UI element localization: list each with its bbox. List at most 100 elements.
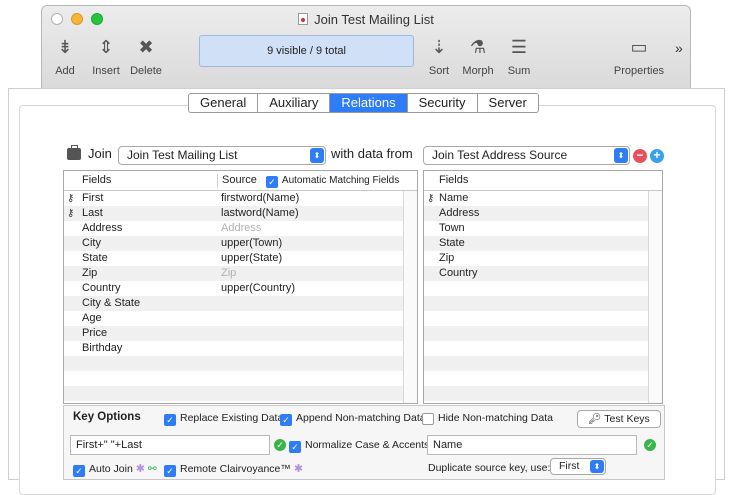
check-icon: ✓ xyxy=(164,414,176,426)
morph-button[interactable]: ⚗ Morph xyxy=(460,36,496,77)
table-row[interactable]: City upper(Town) xyxy=(64,236,417,251)
delete-button[interactable]: ✖ Delete xyxy=(128,36,164,77)
table-row[interactable] xyxy=(424,356,662,371)
test-keys-button[interactable]: 🔑︎ Test Keys xyxy=(577,410,661,428)
remote-clairvoyance-label: Remote Clairvoyance™ xyxy=(180,463,291,475)
morph-label: Morph xyxy=(462,65,494,77)
duplicate-key-popup[interactable]: First ⬍ xyxy=(550,458,606,475)
insert-button[interactable]: ⇕ Insert xyxy=(86,36,126,77)
tab-auxiliary[interactable]: Auxiliary xyxy=(258,94,331,112)
with-data-from-label: with data from xyxy=(331,146,413,161)
key-options-title: Key Options xyxy=(73,411,141,423)
insert-record-icon: ⇕ xyxy=(98,37,114,57)
table-row[interactable] xyxy=(424,326,662,341)
table-row[interactable] xyxy=(424,386,662,401)
popup-arrows-icon: ⬍ xyxy=(614,148,628,163)
add-label: Add xyxy=(55,65,75,77)
popup-arrows-icon: ⬍ xyxy=(310,148,324,163)
toolbar-overflow-chevron-icon[interactable]: » xyxy=(675,40,683,56)
auto-join-checkbox[interactable]: ✓ Auto Join ✱ ⚯ xyxy=(73,462,157,477)
sort-button[interactable]: ⇣ Sort xyxy=(424,36,454,77)
sum-icon: ☰ xyxy=(510,37,528,57)
right-table-scrollbar[interactable] xyxy=(648,191,662,403)
table-row[interactable] xyxy=(424,371,662,386)
right-key-formula-field[interactable]: Name xyxy=(427,435,637,455)
append-nonmatching-checkbox[interactable]: ✓ Append Non-matching Data xyxy=(280,412,426,426)
window-title: Join Test Mailing List xyxy=(42,12,690,27)
tab-security[interactable]: Security xyxy=(408,94,478,112)
add-relation-icon[interactable]: + xyxy=(650,149,664,163)
table-row[interactable]: Country xyxy=(424,266,662,281)
table-row[interactable]: City & State xyxy=(64,296,417,311)
replace-existing-label: Replace Existing Data xyxy=(180,412,284,424)
field-name-cell: First xyxy=(82,192,104,204)
table-row[interactable]: Birthday xyxy=(64,341,417,356)
hide-nonmatching-checkbox[interactable]: ✓ Hide Non-matching Data xyxy=(422,412,553,425)
replace-existing-checkbox[interactable]: ✓ Replace Existing Data xyxy=(164,412,283,426)
properties-label: Properties xyxy=(613,65,665,77)
table-row[interactable]: Town xyxy=(424,221,662,236)
left-key-formula-field[interactable]: First+" "+Last xyxy=(70,435,270,455)
source-formula-cell: firstword(Name) xyxy=(221,192,300,204)
table-row[interactable]: State upper(State) xyxy=(64,251,417,266)
normalize-case-checkbox[interactable]: ✓ Normalize Case & Accents xyxy=(289,439,429,453)
table-row[interactable]: ⚷ First firstword(Name) xyxy=(64,191,417,206)
table-row[interactable]: Address Address xyxy=(64,221,417,236)
tab-bar: General Auxiliary Relations Security Ser… xyxy=(188,93,539,113)
table-row[interactable]: ⚷ Last lastword(Name) xyxy=(64,206,417,221)
source-fields-column-header[interactable]: Fields xyxy=(439,174,468,186)
left-table-scrollbar[interactable] xyxy=(403,191,417,403)
append-nonmatching-label: Append Non-matching Data xyxy=(296,412,426,424)
sidebar-panel-icon: ▭ xyxy=(630,37,648,57)
source-formula-cell: upper(Country) xyxy=(221,282,295,294)
auto-join-label: Auto Join xyxy=(89,463,133,475)
window-title-text: Join Test Mailing List xyxy=(314,12,434,27)
table-row[interactable]: Zip xyxy=(424,251,662,266)
table-row[interactable]: Price xyxy=(64,326,417,341)
duplicate-key-value: First xyxy=(559,460,580,472)
source-database-popup[interactable]: Join Test Address Source ⬍ xyxy=(423,146,630,165)
source-field-cell: State xyxy=(439,237,465,249)
tab-general[interactable]: General xyxy=(189,94,259,112)
source-column-label[interactable]: Source xyxy=(222,174,257,186)
source-fields-table: Fields ⚷ Name Address Town State Zip Country xyxy=(423,170,663,404)
key-field-icon: ⚷ xyxy=(67,193,75,204)
table-row[interactable] xyxy=(64,371,417,386)
table-row[interactable]: Address xyxy=(424,206,662,221)
sum-label: Sum xyxy=(507,65,531,77)
sum-button[interactable]: ☰ Sum xyxy=(504,36,534,77)
table-row[interactable] xyxy=(424,341,662,356)
table-row[interactable] xyxy=(64,386,417,401)
briefcase-icon xyxy=(67,145,81,160)
join-database-popup[interactable]: Join Test Mailing List ⬍ xyxy=(118,146,326,165)
table-row[interactable]: Age xyxy=(64,311,417,326)
field-name-cell: Zip xyxy=(82,267,98,279)
properties-button[interactable]: ▭ Properties xyxy=(610,36,668,77)
remote-clairvoyance-checkbox[interactable]: ✓ Remote Clairvoyance™ ✱ xyxy=(164,462,303,477)
fields-column-header[interactable]: Fields xyxy=(82,174,111,186)
table-header: Fields xyxy=(424,171,662,191)
table-row[interactable]: ⚷ Name xyxy=(424,191,662,206)
source-field-cell: Address xyxy=(439,207,480,219)
table-row[interactable] xyxy=(424,281,662,296)
flask-icon: ⚗ xyxy=(469,37,487,57)
source-formula-cell: Address xyxy=(221,222,262,234)
table-row[interactable] xyxy=(424,296,662,311)
remove-relation-icon[interactable]: − xyxy=(633,149,647,163)
add-button[interactable]: ⇟ Add xyxy=(50,36,80,77)
add-record-icon: ⇟ xyxy=(57,37,73,57)
test-keys-label: Test Keys xyxy=(604,413,650,425)
link-icon: ⚯ xyxy=(147,463,157,475)
check-icon: ✓ xyxy=(73,465,85,477)
table-row[interactable]: State xyxy=(424,236,662,251)
field-name-cell: Price xyxy=(82,327,108,339)
sparkle-icon: ✱ xyxy=(135,463,145,475)
tab-server[interactable]: Server xyxy=(478,94,538,112)
table-row[interactable]: Country upper(Country) xyxy=(64,281,417,296)
table-row[interactable] xyxy=(64,356,417,371)
check-icon: ✓ xyxy=(164,465,176,477)
table-row[interactable] xyxy=(424,311,662,326)
table-row[interactable]: Zip Zip xyxy=(64,266,417,281)
tab-relations[interactable]: Relations xyxy=(330,94,408,112)
automatic-matching-checkbox[interactable]: ✓ Automatic Matching Fields xyxy=(265,175,399,188)
